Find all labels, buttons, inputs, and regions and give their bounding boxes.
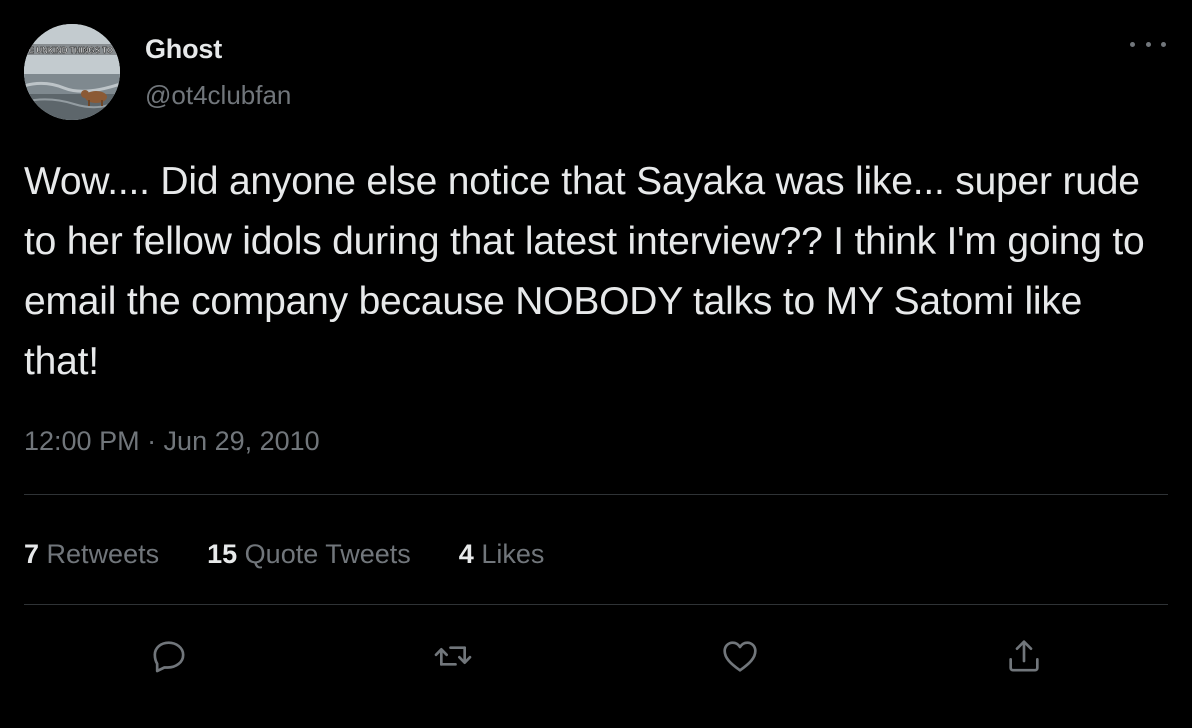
more-icon[interactable] bbox=[1130, 32, 1166, 56]
quote-tweets-count: 15 bbox=[207, 538, 238, 569]
more-dot bbox=[1161, 41, 1166, 47]
display-name[interactable]: Ghost bbox=[145, 34, 222, 65]
divider bbox=[24, 494, 1168, 495]
retweets-count: 7 bbox=[24, 538, 40, 569]
user-handle[interactable]: @ot4clubfan bbox=[145, 80, 291, 111]
retweet-button[interactable] bbox=[425, 628, 481, 684]
more-dot bbox=[1145, 41, 1151, 47]
retweets-stat[interactable]: 7 Retweets bbox=[24, 539, 159, 570]
more-dot bbox=[1130, 41, 1135, 47]
avatar-caption: SAVE UNKIND THINGS TO SAY bbox=[24, 46, 120, 55]
like-icon bbox=[723, 641, 757, 672]
like-button[interactable] bbox=[712, 628, 768, 684]
engagement-stats: 7 Retweets 15 Quote Tweets 4 Likes bbox=[24, 534, 592, 574]
reply-icon bbox=[153, 641, 185, 673]
divider bbox=[24, 604, 1168, 605]
action-bar bbox=[0, 628, 1192, 684]
retweets-label: Retweets bbox=[46, 538, 160, 569]
likes-label: Likes bbox=[481, 538, 545, 569]
quote-tweets-label: Quote Tweets bbox=[244, 538, 411, 569]
share-button[interactable] bbox=[996, 628, 1052, 684]
quote-tweets-stat[interactable]: 15 Quote Tweets bbox=[207, 539, 411, 570]
reply-button[interactable] bbox=[141, 628, 197, 684]
likes-stat[interactable]: 4 Likes bbox=[459, 539, 545, 570]
likes-count: 4 bbox=[458, 538, 474, 569]
avatar[interactable]: SAVE UNKIND THINGS TO SAY bbox=[24, 24, 120, 120]
tweet-text: Wow.... Did anyone else notice that Saya… bbox=[24, 160, 1145, 383]
retweet-icon bbox=[434, 646, 472, 666]
tweet-timestamp[interactable]: 12:00 PM · Jun 29, 2010 bbox=[24, 426, 320, 457]
share-icon bbox=[1009, 640, 1039, 672]
avatar-image: SAVE UNKIND THINGS TO SAY bbox=[24, 24, 120, 120]
